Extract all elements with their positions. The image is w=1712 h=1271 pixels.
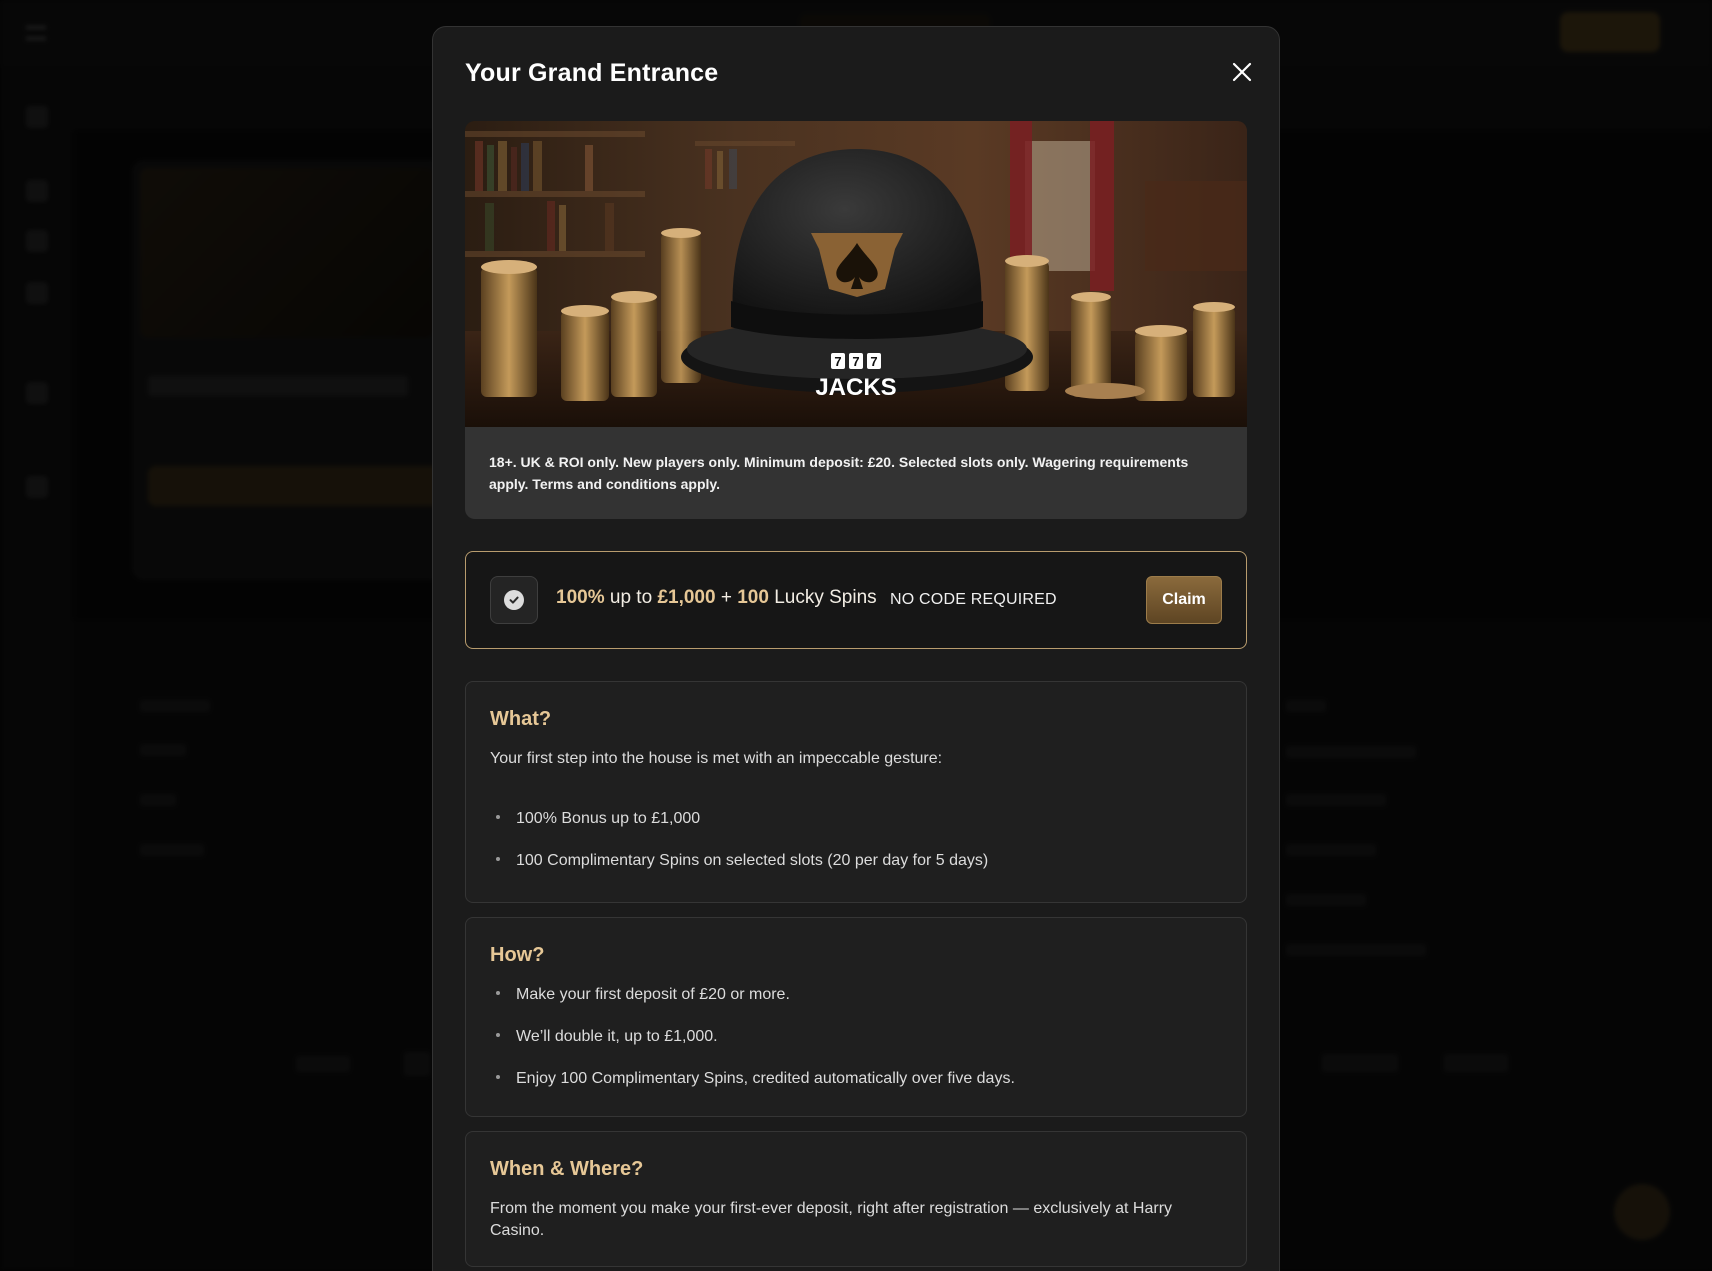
- section-when-where: When & Where? From the moment you make y…: [465, 1131, 1247, 1267]
- offer-select-checkbox[interactable]: [490, 576, 538, 624]
- section-how: How? Make your first deposit of £20 or m…: [465, 917, 1247, 1117]
- section-when-title: When & Where?: [490, 1158, 644, 1180]
- section-what-intro: Your first step into the house is met wi…: [490, 750, 943, 767]
- list-item: 100 Complimentary Spins on selected slot…: [490, 852, 988, 870]
- no-code-label: NO CODE REQUIRED: [890, 591, 1057, 608]
- promo-banner-image: 7 7 7 JACKS: [465, 121, 1247, 427]
- close-icon: [1232, 62, 1252, 82]
- modal-title: Your Grand Entrance: [465, 59, 719, 87]
- section-what-title: What?: [490, 708, 552, 730]
- offer-amount: £1,000: [657, 587, 716, 608]
- hero-logo-digit: 7: [852, 354, 859, 369]
- section-what: What? Your first step into the house is …: [465, 681, 1247, 903]
- offer-plus: +: [720, 587, 732, 608]
- offer-card[interactable]: 100% up to £1,000 + 100 Lucky Spins NO C…: [465, 551, 1247, 649]
- close-button[interactable]: [1227, 57, 1257, 87]
- hero-logo-digit: 7: [870, 354, 877, 369]
- check-circle-icon: [504, 590, 524, 610]
- list-item: Make your first deposit of £20 or more.: [490, 986, 790, 1004]
- offer-spins-label: Lucky Spins: [774, 587, 877, 608]
- hero-logo-digit: 7: [834, 354, 841, 369]
- section-when-text: From the moment you make your first-ever…: [490, 1200, 1173, 1239]
- offer-percent: 100%: [556, 587, 605, 608]
- disclaimer-text: 18+. UK & ROI only. New players only. Mi…: [465, 427, 1247, 519]
- promo-modal: Your Grand Entrance 7 7 7 JACKS 18+. UK …: [432, 26, 1280, 1271]
- offer-spins-count: 100: [737, 587, 769, 608]
- section-how-title: How?: [490, 944, 545, 966]
- hero-logo-text: JACKS: [815, 374, 896, 401]
- offer-up-to: up to: [609, 587, 653, 608]
- claim-button[interactable]: Claim: [1146, 576, 1222, 624]
- list-item: We’ll double it, up to £1,000.: [490, 1028, 718, 1046]
- list-item: 100% Bonus up to £1,000: [490, 810, 700, 828]
- offer-headline: 100% up to £1,000 + 100 Lucky Spins: [556, 587, 877, 609]
- list-item: Enjoy 100 Complimentary Spins, credited …: [490, 1070, 1015, 1088]
